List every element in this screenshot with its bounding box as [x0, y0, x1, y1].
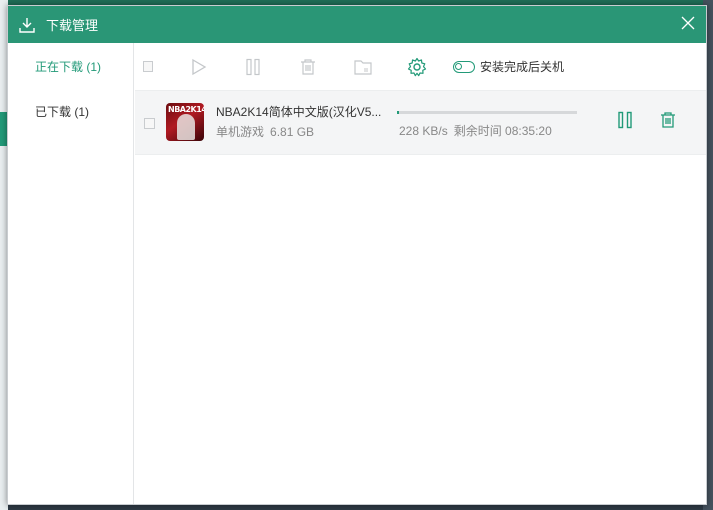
close-icon[interactable]: [680, 15, 696, 31]
download-manager-dialog: 下载管理 正在下载 (1) 已下载 (1) 安装完成后关机 NBA2K14 NB…: [7, 5, 707, 505]
gear-icon: [407, 57, 427, 76]
sidebar: 正在下载 (1) 已下载 (1): [8, 43, 134, 504]
thumbnail-text: NBA2K14: [168, 105, 204, 114]
dialog-title: 下载管理: [46, 18, 99, 33]
delete-icon: [301, 58, 315, 75]
toggle-switch[interactable]: [453, 60, 475, 73]
download-item[interactable]: NBA2K14 NBA2K14简体中文版(汉化V5... 单机游戏 6.81 GB…: [135, 91, 706, 155]
game-thumbnail: NBA2K14: [166, 103, 204, 141]
folder-icon: [354, 59, 372, 75]
select-all-checkbox[interactable]: [143, 61, 153, 72]
download-meta: 单机游戏 6.81 GB: [216, 123, 314, 140]
download-status: 228 KB/s 剩余时间 08:35:20: [399, 122, 552, 139]
pause-all-button[interactable]: [245, 58, 261, 76]
progress-fill: [397, 111, 399, 114]
title-bar: 下载管理: [8, 6, 706, 43]
download-speed: 228 KB/s: [399, 124, 448, 138]
open-folder-button[interactable]: [353, 58, 373, 76]
checkbox-icon: [143, 61, 153, 72]
play-icon: [192, 58, 207, 75]
item-checkbox[interactable]: [144, 118, 155, 129]
download-content: 安装完成后关机 NBA2K14 NBA2K14简体中文版(汉化V5... 单机游…: [135, 43, 706, 504]
shutdown-label: 安装完成后关机: [480, 60, 565, 74]
toggle-knob: [455, 62, 462, 70]
toolbar: 安装完成后关机: [135, 43, 706, 91]
delete-all-button[interactable]: [299, 58, 317, 76]
progress-bar: [397, 111, 577, 114]
pause-item-icon[interactable]: [617, 111, 633, 129]
settings-button[interactable]: [407, 57, 427, 77]
download-category: 单机游戏: [216, 125, 265, 139]
download-icon: [19, 17, 35, 33]
pause-icon: [246, 58, 260, 75]
remaining-time: 剩余时间 08:35:20: [453, 124, 552, 138]
download-size: 6.81 GB: [270, 125, 315, 139]
shutdown-after-install-toggle[interactable]: 安装完成后关机: [453, 58, 564, 75]
start-all-button[interactable]: [191, 58, 207, 76]
thumbnail-figure: [177, 114, 195, 140]
download-name: NBA2K14简体中文版(汉化V5...: [216, 105, 382, 119]
delete-item-icon[interactable]: [659, 111, 677, 129]
sidebar-item-downloading[interactable]: 正在下载 (1): [8, 45, 133, 90]
sidebar-item-downloaded[interactable]: 已下载 (1): [8, 90, 133, 135]
